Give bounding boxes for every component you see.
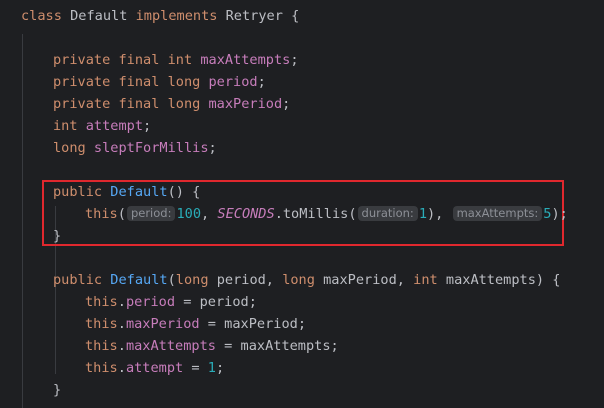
code-line-constructor-signature[interactable]: public Default(long period, long maxPeri… — [53, 271, 560, 289]
code-line-field[interactable]: long sleptForMillis; — [53, 139, 217, 157]
punctuation: ( — [117, 206, 126, 222]
punctuation: . — [117, 294, 126, 310]
closing-brace: } — [53, 382, 62, 398]
interface-name: Retryer { — [225, 8, 300, 24]
code-line-field[interactable]: private final long period; — [53, 73, 266, 91]
field-name: sleptForMillis — [93, 140, 209, 156]
field-name: maxPeriod — [125, 316, 200, 332]
assignment-rhs: = period; — [175, 294, 257, 310]
indent-guide — [22, 34, 23, 408]
field-name: attempt — [85, 118, 144, 134]
method-call: .toMillis( — [274, 206, 357, 222]
code-line-assignment[interactable]: this.maxAttempts = maxAttempts; — [85, 337, 339, 355]
punctuation: ; — [290, 52, 299, 68]
field-name: period — [125, 294, 176, 310]
field-name: maxAttempts — [200, 52, 291, 68]
type-keyword: int — [167, 52, 201, 68]
type-keyword: long — [282, 272, 324, 288]
code-line-field[interactable]: private final long maxPeriod; — [53, 95, 290, 113]
type-keyword: long — [167, 96, 209, 112]
parameter: period, — [216, 272, 283, 288]
parameter-hint: period: — [126, 206, 176, 221]
parameter: maxAttempts) { — [445, 272, 561, 288]
punctuation: ; — [257, 74, 266, 90]
closing-brace: } — [53, 228, 62, 244]
punctuation: ; — [215, 360, 225, 376]
keyword: implements — [135, 8, 226, 24]
punctuation: () { — [167, 184, 201, 200]
code-line-class-declaration[interactable]: class Default implements Retryer { — [21, 7, 299, 25]
type-keyword: int — [413, 272, 446, 288]
number-literal: 1 — [207, 360, 216, 376]
constant: SECONDS — [217, 206, 275, 222]
type-keyword: long — [53, 140, 94, 156]
assignment-rhs: = — [183, 360, 208, 376]
keyword: private final — [53, 52, 168, 68]
punctuation: ); — [551, 206, 568, 222]
type-keyword: long — [167, 74, 209, 90]
parameter: maxPeriod, — [323, 272, 414, 288]
punctuation: ), — [427, 206, 452, 222]
assignment-rhs: = maxAttempts; — [215, 338, 339, 354]
assignment-rhs: = maxPeriod; — [199, 316, 307, 332]
field-name: attempt — [125, 360, 184, 376]
keyword: private final — [53, 74, 168, 90]
constructor-name: Default — [110, 184, 168, 200]
this-keyword: this — [85, 206, 118, 222]
punctuation: . — [117, 360, 126, 376]
this-keyword: this — [85, 338, 118, 354]
field-name: maxPeriod — [208, 96, 283, 112]
number-literal: 1 — [418, 206, 427, 222]
code-line-closing-brace[interactable]: } — [53, 381, 61, 399]
keyword: public — [53, 184, 111, 200]
field-name: maxAttempts — [125, 338, 216, 354]
punctuation: ; — [282, 96, 291, 112]
punctuation: . — [117, 316, 126, 332]
code-line-this-call[interactable]: this(period: 100, SECONDS.toMillis(durati… — [85, 205, 568, 223]
code-line-assignment[interactable]: this.period = period; — [85, 293, 257, 311]
code-line-assignment[interactable]: this.maxPeriod = maxPeriod; — [85, 315, 306, 333]
code-line-field[interactable]: int attempt; — [53, 117, 151, 135]
parameter-hint: maxAttempts: — [452, 206, 543, 221]
keyword: public — [53, 272, 111, 288]
code-line-constructor-signature[interactable]: public Default() { — [53, 183, 200, 201]
this-keyword: this — [85, 360, 118, 376]
parameter-hint: duration: — [357, 206, 418, 221]
constructor-name: Default — [110, 272, 168, 288]
this-keyword: this — [85, 294, 118, 310]
punctuation: , — [201, 206, 218, 222]
punctuation: ( — [167, 272, 176, 288]
keyword: class — [21, 8, 71, 24]
field-name: period — [208, 74, 258, 90]
code-line-closing-brace[interactable]: } — [53, 227, 61, 245]
keyword: private final — [53, 96, 168, 112]
this-keyword: this — [85, 316, 118, 332]
punctuation: ; — [143, 118, 152, 134]
punctuation: ; — [208, 140, 217, 156]
class-name: Default — [70, 8, 136, 24]
code-line-assignment[interactable]: this.attempt = 1; — [85, 359, 224, 377]
punctuation: . — [117, 338, 126, 354]
number-literal: 100 — [176, 206, 202, 222]
type-keyword: int — [53, 118, 86, 134]
type-keyword: long — [175, 272, 217, 288]
code-editor[interactable]: class Default implements Retryer { priva… — [0, 0, 604, 408]
code-line-field[interactable]: private final int maxAttempts; — [53, 51, 299, 69]
